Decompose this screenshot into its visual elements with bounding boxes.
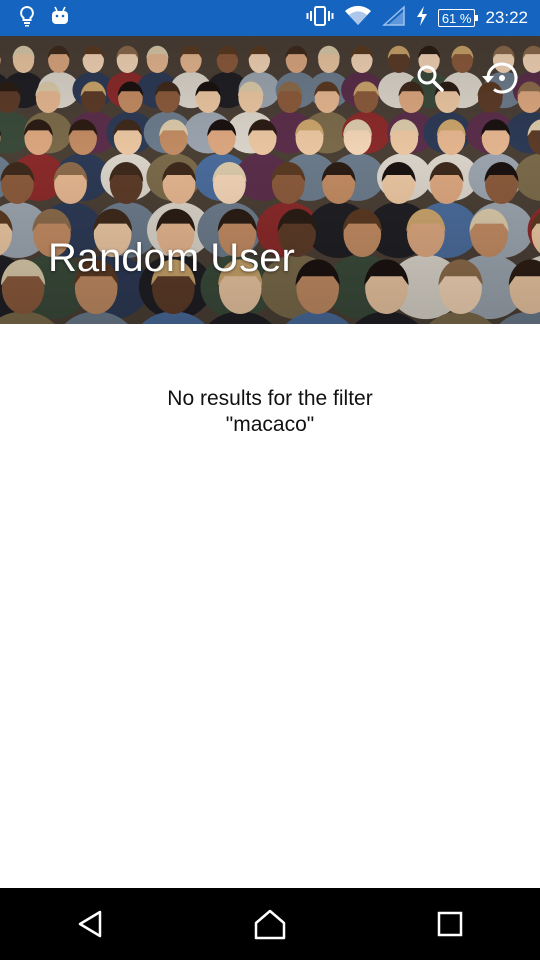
wifi-icon [344, 5, 372, 32]
vibrate-icon [306, 5, 334, 32]
battery-indicator: 61 % [437, 9, 479, 27]
empty-results-message: No results for the filter "macaco" [0, 386, 540, 438]
android-icon [50, 6, 70, 31]
back-icon [78, 910, 102, 938]
charging-icon [416, 5, 428, 31]
restore-icon [482, 62, 518, 94]
recents-icon [437, 911, 463, 937]
signal-icon [381, 4, 406, 32]
status-bar: 61 % 23:22 [0, 0, 540, 36]
results-area: No results for the filter "macaco" [0, 324, 540, 888]
back-button[interactable] [55, 894, 125, 954]
app-title: Random User [48, 236, 295, 280]
empty-message-line-1: No results for the filter [167, 387, 373, 410]
refresh-button[interactable] [480, 58, 520, 98]
search-icon [417, 65, 444, 92]
header-actions [410, 58, 520, 98]
status-time: 23:22 [485, 8, 528, 27]
navigation-bar [0, 888, 540, 960]
battery-level: 61 % [441, 10, 472, 26]
home-icon [254, 909, 286, 940]
empty-message-line-2: "macaco" [225, 413, 315, 436]
header-banner: Random User [0, 36, 540, 324]
recents-button[interactable] [415, 894, 485, 954]
lightbulb-icon [18, 5, 36, 32]
search-button[interactable] [410, 58, 450, 98]
home-button[interactable] [235, 894, 305, 954]
